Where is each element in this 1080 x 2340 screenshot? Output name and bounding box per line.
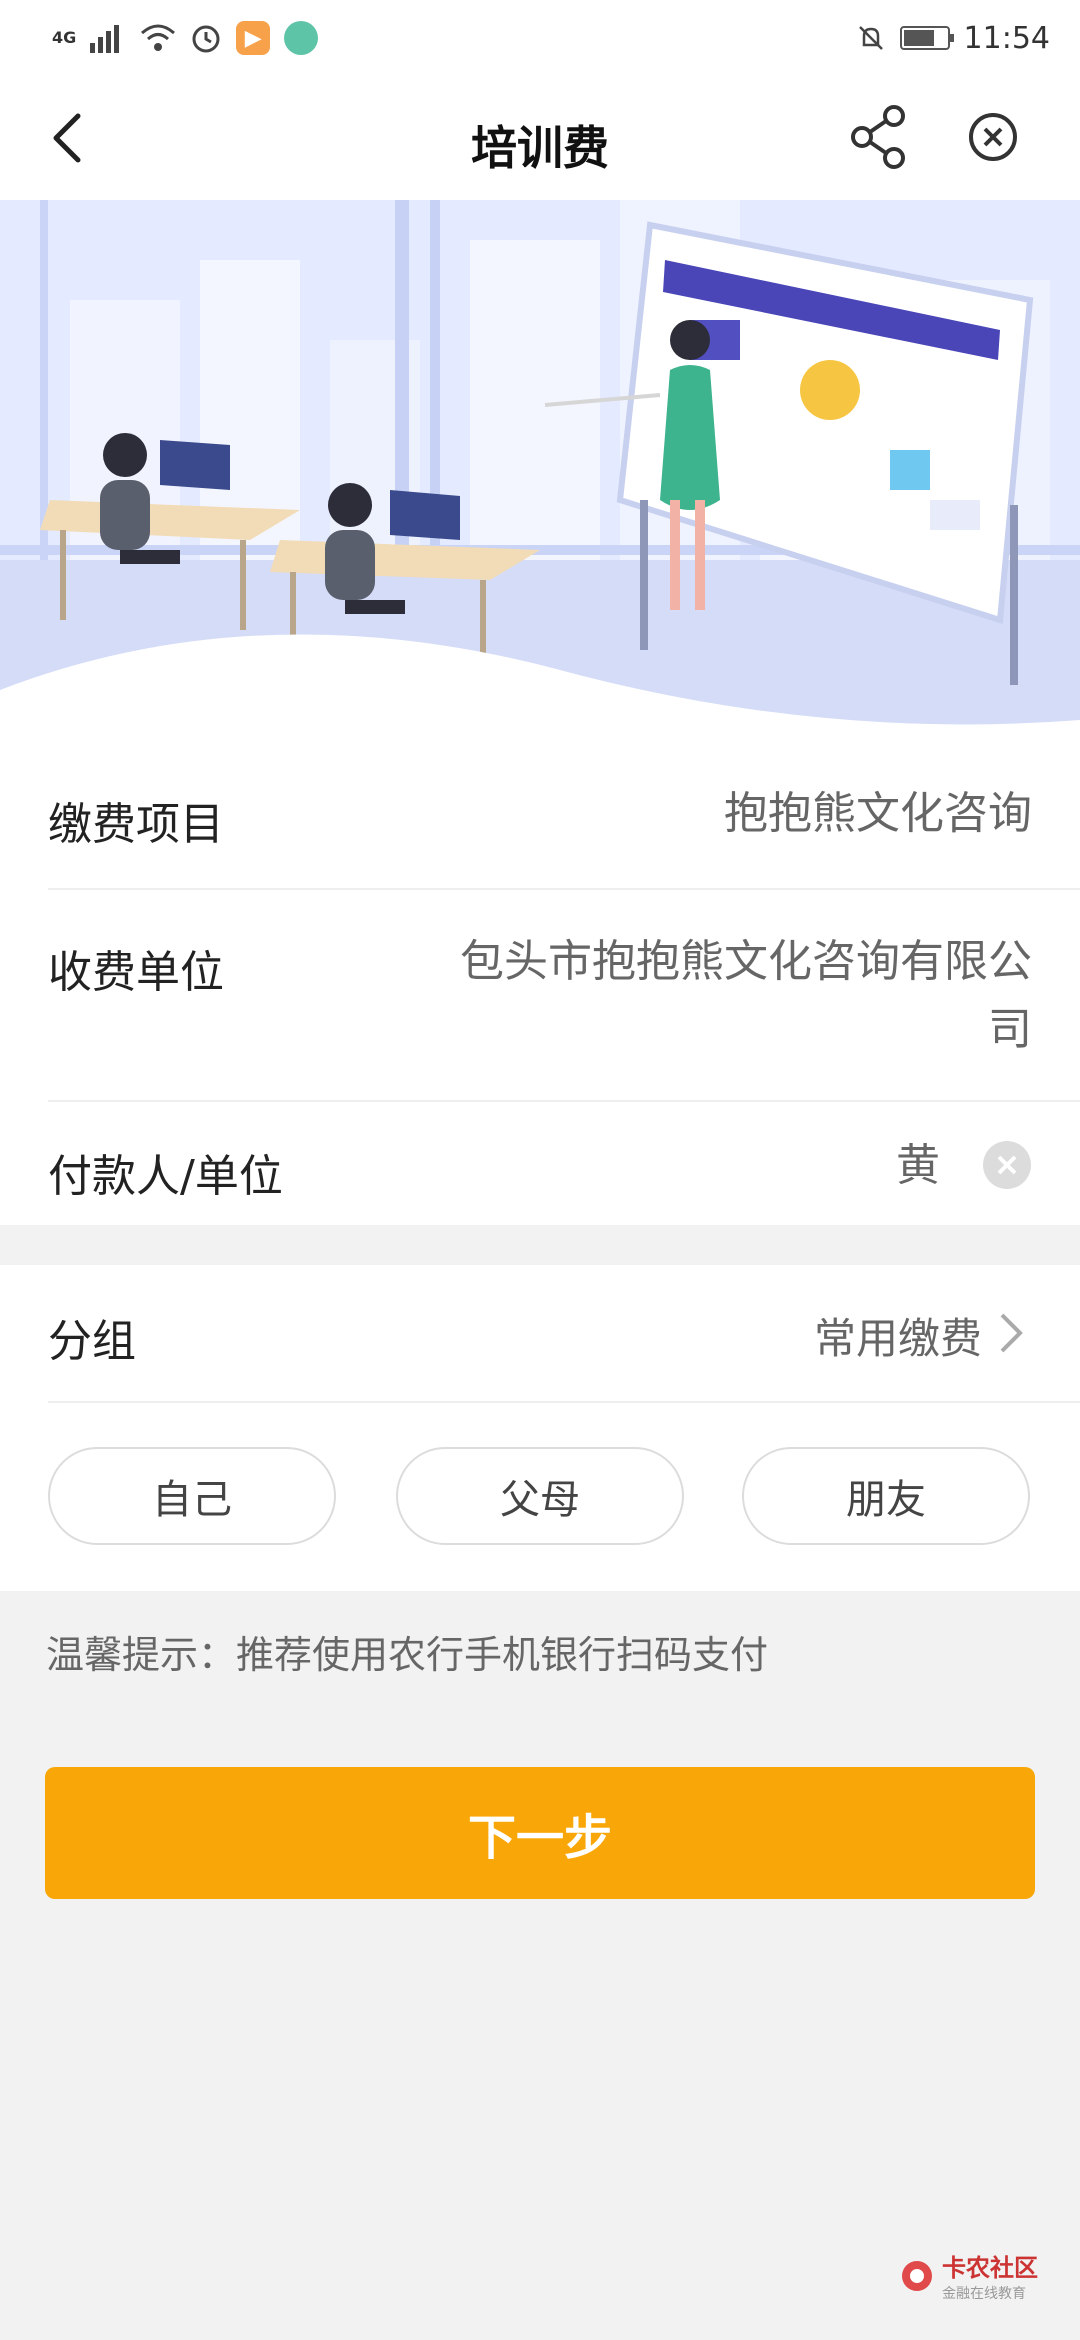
signal-icon [90,25,120,53]
status-right: 11:54 [856,21,1050,56]
watermark-logo-icon [902,2260,932,2291]
clock: 11:54 [963,20,1050,56]
status-bar: 4G ▶ 11:54 [0,0,1080,76]
row-payment-item: 缴费项目 抱抱熊文化咨询 [48,740,1080,890]
chip-parents[interactable]: 父母 [396,1447,684,1545]
tip-text: 温馨提示：推荐使用农行手机银行扫码支付 [46,1633,769,1677]
network-type: 4G [52,28,77,47]
chip-self[interactable]: 自己 [48,1447,336,1545]
wifi-icon [141,24,176,51]
next-step-button[interactable]: 下一步 [45,1767,1035,1899]
payment-info-card: 缴费项目 抱抱熊文化咨询 收费单位 包头市抱抱熊文化咨询有限公 司 付款人/单位… [0,740,1080,1225]
nav-bar: 培训费 [0,76,1080,200]
watermark-title: 卡农社区 [942,2254,1038,2282]
status-left: 4G ▶ [52,21,319,55]
training-illustration [0,200,1080,760]
watermark: 卡农社区 金融在线教育 [900,2248,1038,2303]
clear-input-icon[interactable] [982,1140,1032,1190]
group-selector[interactable]: 分组 常用缴费 [48,1265,1080,1403]
chevron-right-icon [1000,1313,1023,1353]
watermark-text: 卡农社区 金融在线教育 [942,2248,1038,2303]
banner-illustration [0,200,1080,760]
share-icon[interactable] [844,102,914,172]
close-icon[interactable] [958,102,1028,172]
payer-label: 付款人/单位 [48,1151,283,1202]
mute-bell-icon [858,26,883,50]
battery-icon [899,26,954,50]
payee-unit-label: 收费单位 [48,947,224,998]
payee-unit-value-line1: 包头市抱抱熊文化咨询有限公 [460,936,1032,987]
chip-friends[interactable]: 朋友 [742,1447,1030,1545]
payee-unit-value-line2: 司 [988,1004,1032,1055]
group-section: 分组 常用缴费 自己 父母 朋友 [0,1265,1080,1591]
app-notification-icon: ▶ [236,21,271,55]
row-payee-unit: 收费单位 包头市抱抱熊文化咨询有限公 司 [48,890,1080,1102]
payment-item-value: 抱抱熊文化咨询 [724,788,1032,839]
watermark-subtitle: 金融在线教育 [942,2286,1026,2302]
alarm-icon [192,25,220,53]
group-value: 常用缴费 [813,1314,982,1363]
payment-item-label: 缴费项目 [48,799,224,850]
row-payer[interactable]: 付款人/单位 黄 [48,1102,1080,1226]
payee-unit-value: 包头市抱抱熊文化咨询有限公 司 [460,928,1032,1064]
group-label: 分组 [48,1316,136,1367]
app-notification-icon-2 [284,21,319,55]
page-title: 培训费 [471,121,609,175]
payer-input[interactable]: 黄 [896,1132,940,1200]
